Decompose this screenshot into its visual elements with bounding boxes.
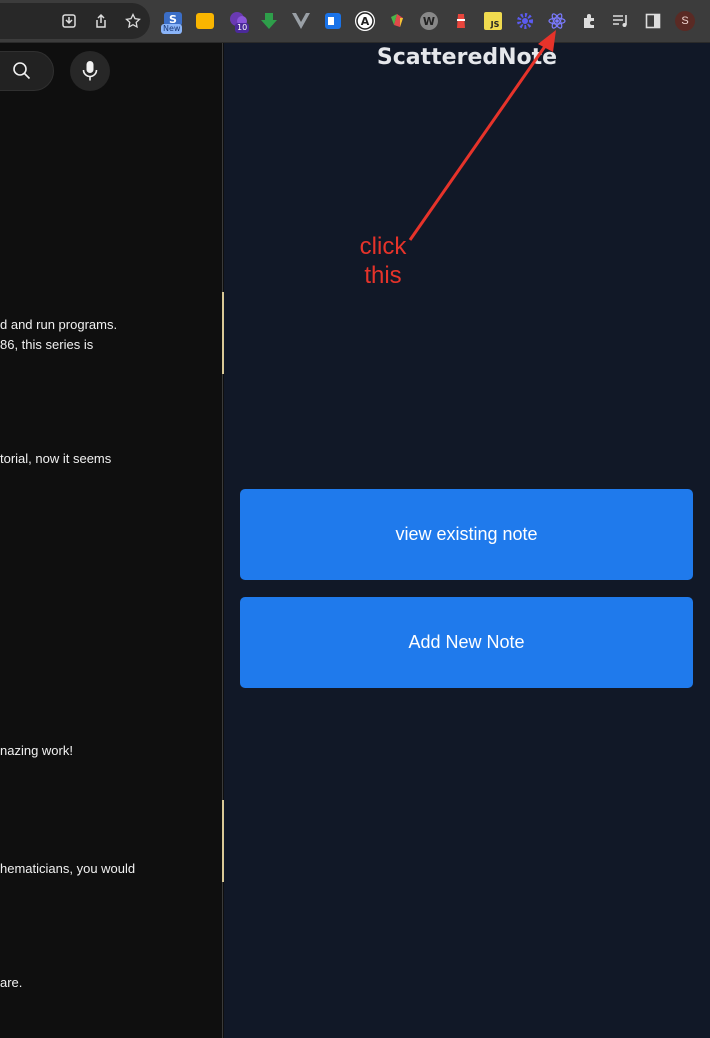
- annotation-text: click this: [340, 232, 426, 290]
- annotation-arrow: [408, 30, 556, 241]
- annotation-line-1: click: [359, 233, 407, 260]
- annotation-line-2: this: [364, 262, 402, 289]
